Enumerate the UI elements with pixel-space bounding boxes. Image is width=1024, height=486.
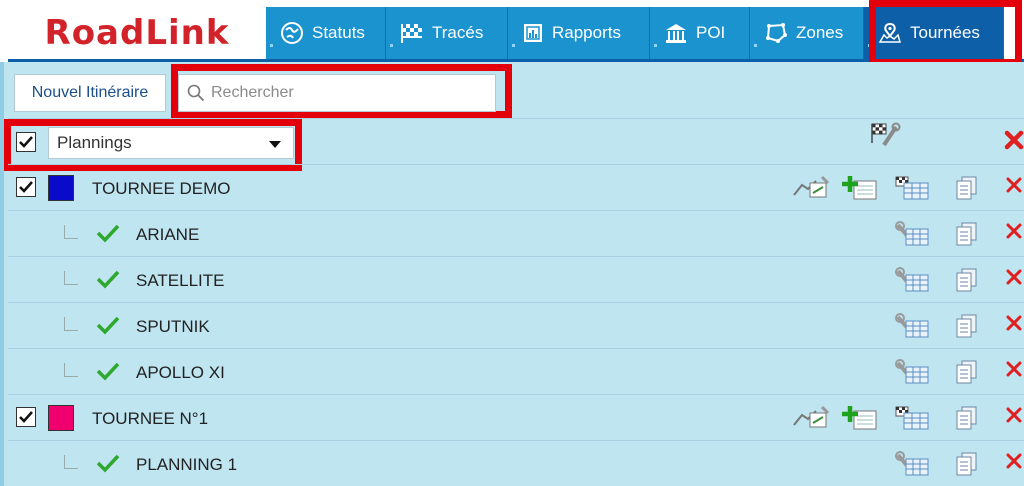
planning-name: PLANNING 1 — [136, 455, 238, 474]
planning-row[interactable]: APOLLO XI — [8, 348, 1024, 394]
tree-branch — [64, 363, 78, 377]
nav-tab-traces[interactable]: Tracés — [386, 7, 508, 59]
tour-row[interactable]: TOURNEE N°1 — [8, 394, 1024, 440]
tour-name: TOURNEE N°1 — [92, 409, 209, 428]
planning-grid-icon[interactable] — [894, 175, 930, 201]
tree-branch — [64, 317, 78, 331]
bank-icon — [666, 24, 686, 43]
planning-row[interactable]: SATELLITE — [8, 256, 1024, 302]
filter-row: Plannings — [4, 118, 1024, 171]
check-mark-icon — [96, 362, 120, 381]
tour-name: TOURNEE DEMO — [92, 179, 231, 198]
tour-color-swatch[interactable] — [48, 405, 74, 431]
tree-branch — [64, 225, 78, 239]
planning-settings-icon[interactable] — [894, 313, 930, 339]
globe-icon — [281, 22, 303, 44]
planning-row[interactable]: ARIANE — [8, 210, 1024, 256]
search-box — [178, 74, 496, 112]
planning-grid-icon[interactable] — [894, 405, 930, 431]
nav-label: Rapports — [552, 23, 621, 42]
checkered-flag-icon — [401, 24, 422, 43]
nav-tab-statuts[interactable]: Statuts — [266, 7, 386, 59]
app-header: RoadLink Statuts Tracés Rapports POI Zon… — [0, 0, 1024, 68]
nav-label: Zones — [796, 23, 844, 42]
planning-settings-icon[interactable] — [894, 221, 930, 247]
duplicate-icon[interactable] — [954, 405, 980, 431]
planning-settings-icon[interactable] — [894, 267, 930, 293]
duplicate-icon[interactable] — [954, 221, 980, 247]
search-input[interactable] — [211, 84, 481, 102]
tree-branch — [64, 271, 78, 285]
delete-icon[interactable] — [1006, 269, 1022, 285]
delete-icon[interactable] — [1006, 177, 1022, 193]
duplicate-icon[interactable] — [954, 267, 980, 293]
add-planning-icon[interactable] — [842, 175, 878, 201]
tour-checkbox[interactable] — [16, 177, 36, 197]
new-itinerary-button[interactable]: Nouvel Itinéraire — [14, 74, 166, 112]
add-planning-icon[interactable] — [842, 405, 878, 431]
delete-icon[interactable] — [1006, 453, 1022, 469]
duplicate-icon[interactable] — [954, 175, 980, 201]
nav-tab-rapports[interactable]: Rapports — [508, 7, 650, 59]
planning-row[interactable]: SPUTNIK — [8, 302, 1024, 348]
tournees-highlight — [869, 0, 1022, 66]
planning-name: APOLLO XI — [136, 363, 225, 382]
nav-tab-poi[interactable]: POI — [650, 7, 750, 59]
duplicate-icon[interactable] — [954, 451, 980, 477]
planning-settings-icon[interactable] — [894, 359, 930, 385]
tour-row[interactable]: TOURNEE DEMO — [8, 164, 1024, 210]
flag-wrench-icon[interactable] — [868, 121, 902, 151]
planning-name: ARIANE — [136, 225, 200, 244]
tours-panel: Nouvel Itinéraire Plannings TOURNEE DEMO — [0, 62, 1024, 486]
planning-row[interactable]: PLANNING 1 — [8, 440, 1024, 486]
tree-branch — [64, 455, 78, 469]
check-mark-icon — [96, 270, 120, 289]
planning-name: SPUTNIK — [136, 317, 210, 336]
zone-icon — [766, 23, 787, 43]
check-icon — [19, 181, 33, 193]
nav-label: Statuts — [312, 23, 365, 42]
delete-icon[interactable] — [1006, 361, 1022, 377]
duplicate-icon[interactable] — [954, 313, 980, 339]
nav-label: Tracés — [432, 23, 484, 42]
panel-toolbar: Nouvel Itinéraire — [8, 64, 1024, 118]
logo-text: RoadLink — [44, 13, 230, 53]
tour-checkbox[interactable] — [16, 407, 36, 427]
nav-label: POI — [696, 23, 726, 42]
tour-color-swatch[interactable] — [48, 175, 74, 201]
check-icon — [19, 411, 33, 423]
check-mark-icon — [96, 316, 120, 335]
planning-name: SATELLITE — [136, 271, 225, 290]
duplicate-icon[interactable] — [954, 359, 980, 385]
search-icon — [187, 84, 205, 102]
delete-icon[interactable] — [1006, 407, 1022, 423]
delete-icon[interactable] — [1006, 315, 1022, 331]
delete-icon[interactable] — [1006, 223, 1022, 239]
edit-route-icon[interactable] — [792, 405, 830, 431]
planning-settings-icon[interactable] — [894, 451, 930, 477]
logo: RoadLink — [8, 7, 266, 59]
check-mark-icon — [96, 224, 120, 243]
edit-route-icon[interactable] — [792, 175, 830, 201]
nav-tab-zones[interactable]: Zones — [750, 7, 864, 59]
report-icon — [524, 24, 542, 42]
check-mark-icon — [96, 454, 120, 473]
delete-all-icon[interactable] — [1004, 130, 1024, 150]
